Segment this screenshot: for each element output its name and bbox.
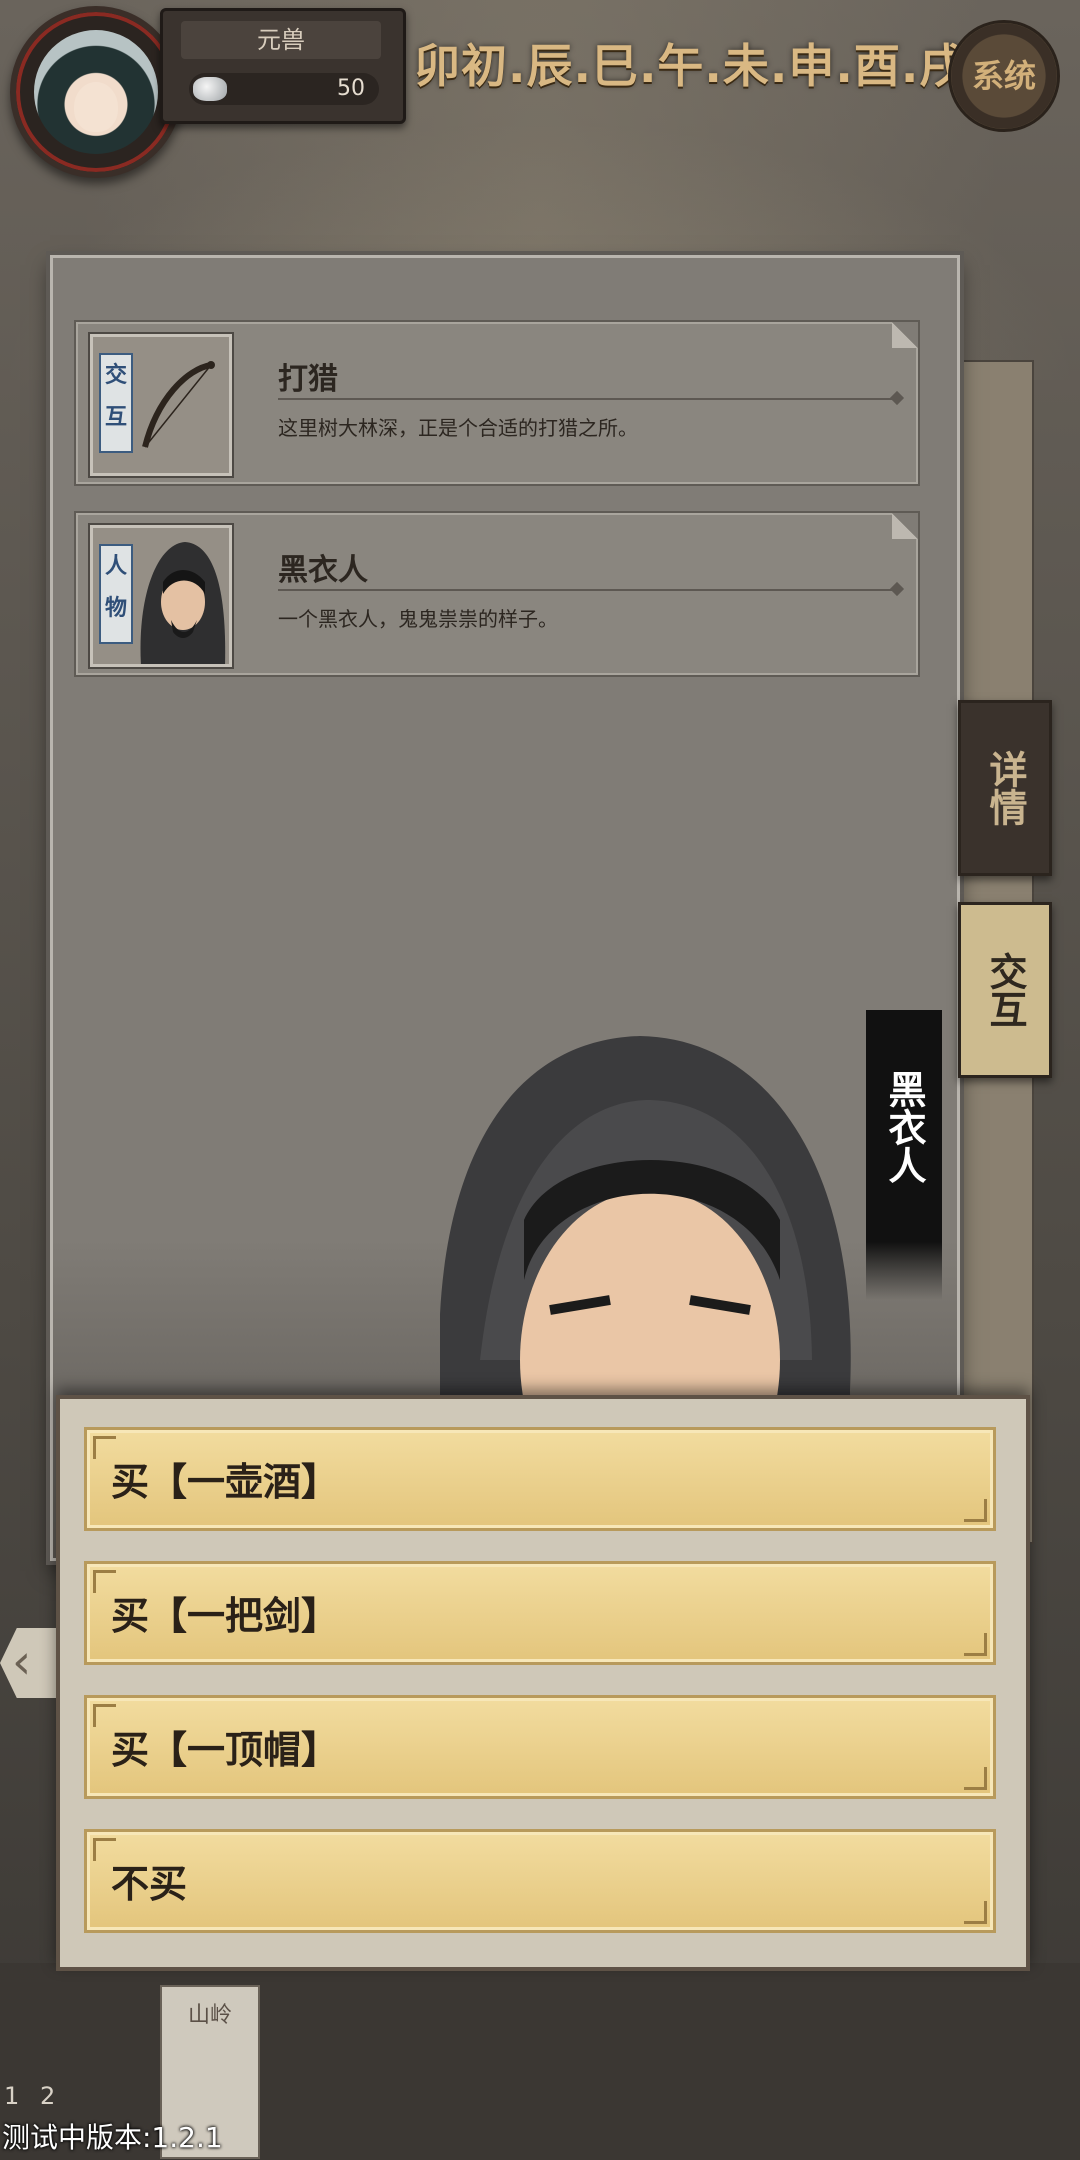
- card-title: 黑衣人: [278, 553, 368, 588]
- counter-b: 2: [40, 2082, 56, 2110]
- card-title: 打猎: [278, 362, 338, 397]
- card-description: 这里树大林深，正是个合适的打猎之所。: [278, 416, 638, 440]
- dialog-options-panel: 买【一壶酒】 买【一把剑】 买【一顶帽】 不买: [56, 1395, 1030, 1971]
- page-fold: [892, 322, 918, 348]
- event-card-hunting[interactable]: 交互 打猎 这里树大林深，正是个合适的打猎之所。: [76, 322, 918, 484]
- man-in-black-portrait-icon: [140, 542, 226, 664]
- silver-ingot-icon: [193, 77, 227, 101]
- tab-detail[interactable]: 详情: [958, 700, 1052, 876]
- top-bar: 元兽 50 卯初.辰.巳.午.未.申.酉.戌 系统: [0, 0, 1080, 178]
- card-tag: 交互: [99, 353, 133, 453]
- silver-amount: 50: [337, 76, 365, 101]
- option-buy-hat[interactable]: 买【一顶帽】: [84, 1695, 996, 1799]
- counter-a: 1: [4, 2082, 20, 2110]
- location-card-label: 山岭: [187, 2003, 232, 2028]
- time-of-day: 卯初.辰.巳.午.未.申.酉.戌: [414, 39, 967, 93]
- avatar-face: [74, 82, 118, 132]
- card-tag: 人物: [99, 544, 133, 644]
- card-divider: [278, 589, 898, 591]
- player-avatar[interactable]: [10, 6, 182, 178]
- player-info-panel: 元兽 50: [160, 8, 406, 124]
- card-thumbnail: 交互: [90, 334, 232, 476]
- version-label: 测试中版本:1.2.1: [2, 2121, 223, 2154]
- option-buy-sword[interactable]: 买【一把剑】: [84, 1561, 996, 1665]
- npc-name: 黑衣人: [882, 1070, 926, 1184]
- option-buy-wine[interactable]: 买【一壶酒】: [84, 1427, 996, 1531]
- event-card-man-in-black[interactable]: 人物 黑衣人 一个黑衣人，鬼鬼祟祟的样子。: [76, 513, 918, 675]
- avatar-portrait: [34, 30, 158, 154]
- card-description: 一个黑衣人，鬼鬼祟祟的样子。: [278, 607, 558, 631]
- card-thumbnail: 人物: [90, 525, 232, 667]
- option-decline[interactable]: 不买: [84, 1829, 996, 1933]
- page-fold: [892, 513, 918, 539]
- tab-interact[interactable]: 交互: [958, 902, 1052, 1078]
- player-name: 元兽: [181, 21, 381, 59]
- card-divider: [278, 398, 898, 400]
- silver-counter: 50: [189, 73, 379, 105]
- bow-icon: [142, 361, 215, 448]
- system-button[interactable]: 系统: [948, 20, 1060, 132]
